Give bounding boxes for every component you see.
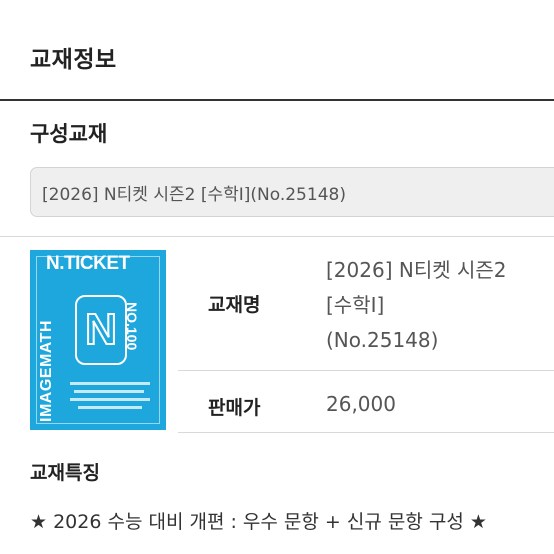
book-name-line: [2026] N티켓 시즌2 [326,258,507,282]
book-name-value: [2026] N티켓 시즌2 [수학Ⅰ] (No.25148) [326,253,507,358]
cover-brand: N.TICKET [46,253,130,274]
section-title: 교재정보 [30,47,117,73]
composition-selected-value: [2026] N티켓 시즌2 [수학Ⅰ](No.25148) [42,185,346,205]
composition-label: 구성교재 [30,122,108,146]
row-divider [178,432,554,433]
cover-small-text-line [70,382,150,385]
cover-side-text: IMAGEMATH [37,320,55,422]
book-name-line: [수학Ⅰ] [326,293,385,317]
composition-select[interactable]: [2026] N티켓 시즌2 [수학Ⅰ](No.25148) [30,167,554,217]
book-info-page: 교재정보 구성교재 [2026] N티켓 시즌2 [수학Ⅰ](No.25148)… [0,0,554,554]
book-name-label: 교재명 [208,294,261,316]
price-value: 26,000 [326,392,396,416]
cover-emblem-letter: N [84,304,118,355]
book-details: N.TICKET IMAGEMATH NO.100 N 교재명 [2026] N… [0,236,554,433]
section-header: 교재정보 [0,0,554,101]
features-text: ★ 2026 수능 대비 개편 : 우수 문항 + 신규 문항 구성 ★ [30,511,487,533]
cover-emblem: N [75,295,127,365]
book-name-line: (No.25148) [326,328,439,352]
cover-small-text-line [70,398,150,401]
features-label: 교재특징 [30,462,100,484]
row-divider [178,370,554,371]
cover-small-text-line [78,406,142,409]
book-cover-image: N.TICKET IMAGEMATH NO.100 N [30,250,166,430]
price-label: 판매가 [208,397,261,419]
cover-small-text-line [74,390,144,393]
